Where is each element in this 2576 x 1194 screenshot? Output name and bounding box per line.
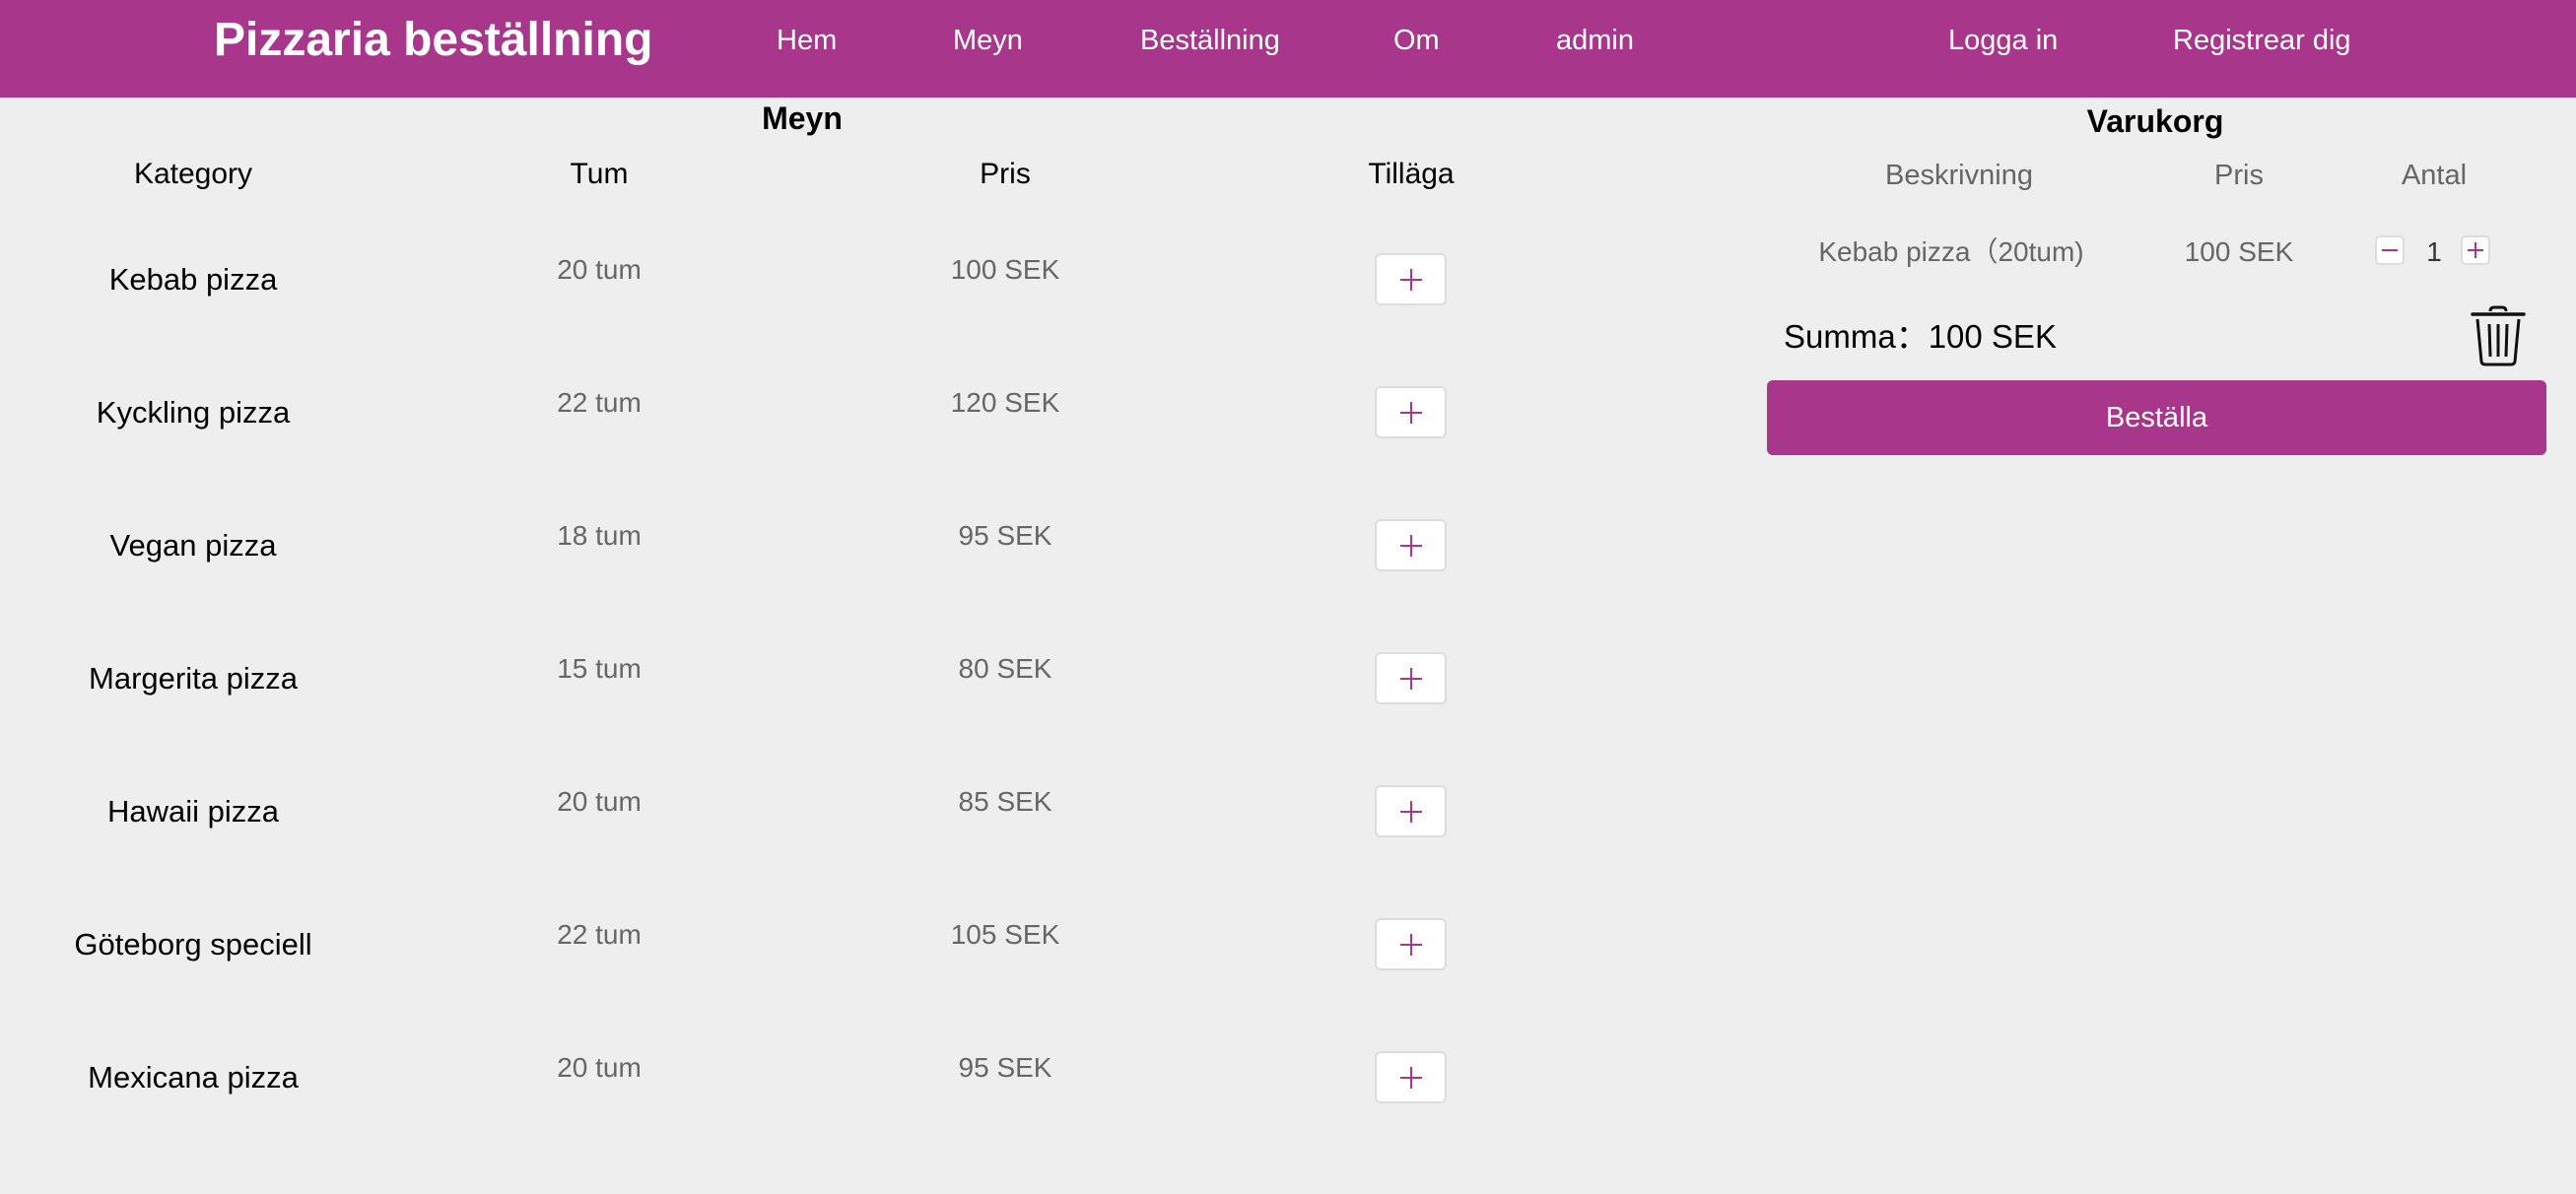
add-to-cart-button[interactable] <box>1375 253 1447 305</box>
pizza-price: 85 SEK <box>958 786 1052 817</box>
pizza-size: 22 tum <box>557 387 642 418</box>
pizza-price: 105 SEK <box>950 919 1060 950</box>
register-link[interactable]: Registrear dig <box>2173 10 2351 71</box>
pizza-price: 100 SEK <box>950 254 1060 285</box>
cart-total: Summa：100 SEK <box>1784 318 2057 355</box>
pizza-size: 22 tum <box>557 919 642 950</box>
plus-icon <box>1399 667 1422 690</box>
plus-icon <box>1399 401 1422 424</box>
order-button[interactable]: Beställa <box>1767 380 2546 455</box>
cart-item-quantity: 1 <box>2426 236 2442 267</box>
column-header-size: Tum <box>570 158 629 190</box>
pizza-name: Hawaii pizza <box>106 794 279 829</box>
add-to-cart-button[interactable] <box>1375 785 1447 837</box>
pizza-size: 20 tum <box>557 786 642 817</box>
add-to-cart-button[interactable] <box>1375 652 1447 704</box>
nav-link-meyn[interactable]: Meyn <box>953 10 1023 71</box>
add-to-cart-button[interactable] <box>1375 519 1447 571</box>
pizza-size: 20 tum <box>557 1052 642 1083</box>
cart-item-description: Kebab pizza（20tum) <box>1818 236 2084 267</box>
plus-icon <box>1399 933 1422 956</box>
pizza-price: 120 SEK <box>950 387 1060 418</box>
pizza-name: Kebab pizza <box>108 262 278 297</box>
pizza-price: 95 SEK <box>958 1052 1052 1083</box>
clear-cart-button[interactable] <box>2469 304 2528 367</box>
cart-column-description: Beskrivning <box>1885 160 2033 191</box>
pizza-size: 18 tum <box>557 520 642 551</box>
plus-icon <box>1399 534 1422 557</box>
pizza-name: Mexicana pizza <box>88 1060 299 1094</box>
top-navigation-bar: Pizzaria beställning Hem Meyn Beställnin… <box>0 0 2576 98</box>
add-to-cart-button[interactable] <box>1375 918 1447 970</box>
cart-column-quantity: Antal <box>2401 160 2468 191</box>
column-header-add: Tilläga <box>1368 158 1455 190</box>
minus-icon <box>2382 249 2398 251</box>
decrease-quantity-button[interactable] <box>2375 235 2405 265</box>
add-to-cart-button[interactable] <box>1375 1051 1447 1103</box>
nav-link-om[interactable]: Om <box>1393 10 1440 71</box>
pizza-name: Margerita pizza <box>89 661 298 696</box>
nav-link-bestallning[interactable]: Beställning <box>1140 10 1280 71</box>
pizza-name: Göteborg speciell <box>74 927 312 962</box>
cart-item-price: 100 SEK <box>2184 236 2294 267</box>
increase-quantity-button[interactable] <box>2461 235 2490 265</box>
pizza-size: 15 tum <box>557 653 642 684</box>
column-header-price: Pris <box>980 158 1031 190</box>
plus-icon <box>2468 242 2483 258</box>
login-link[interactable]: Logga in <box>1948 10 2058 71</box>
pizza-name: Vegan pizza <box>109 528 277 563</box>
cart-column-price: Pris <box>2214 160 2264 191</box>
pizza-price: 95 SEK <box>958 520 1052 551</box>
column-header-category: Kategory <box>133 158 253 190</box>
plus-icon <box>1399 1066 1422 1089</box>
pizza-price: 80 SEK <box>958 653 1052 684</box>
plus-icon <box>1399 800 1422 823</box>
trash-icon <box>2471 305 2526 366</box>
nav-link-hem[interactable]: Hem <box>777 10 837 71</box>
add-to-cart-button[interactable] <box>1375 386 1447 438</box>
cart-title: Varukorg <box>2086 103 2224 139</box>
pizza-name: Kyckling pizza <box>96 395 291 430</box>
pizza-size: 20 tum <box>557 254 642 285</box>
plus-icon <box>1399 268 1422 291</box>
nav-link-admin[interactable]: admin <box>1556 10 1634 71</box>
menu-title: Meyn <box>762 100 843 136</box>
site-title: Pizzaria beställning <box>214 14 653 66</box>
